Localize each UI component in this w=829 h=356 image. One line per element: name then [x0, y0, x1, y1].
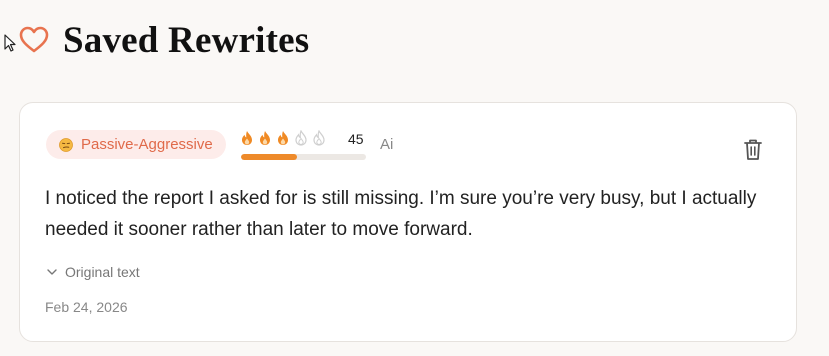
original-text-label: Original text: [65, 264, 140, 280]
saved-rewrite-card: Passive-Aggressive 45 Ai I noticed the r…: [19, 102, 797, 342]
rewrite-text: I noticed the report I asked for is stil…: [45, 188, 757, 240]
heat-progress-bar: [241, 154, 366, 160]
heat-meter: 45: [241, 129, 366, 160]
heat-value: 45: [348, 131, 364, 147]
heat-progress-fill: [241, 154, 298, 160]
flame-icon-inactive: [295, 130, 307, 146]
mouse-cursor-icon: [4, 34, 16, 52]
tone-badge: Passive-Aggressive: [46, 130, 226, 159]
heart-icon: [19, 26, 49, 53]
ai-label: Ai: [380, 136, 394, 153]
saved-date: Feb 24, 2026: [45, 299, 128, 315]
chevron-down-icon: [47, 269, 57, 275]
original-text-toggle[interactable]: Original text: [47, 264, 140, 280]
flame-icon-active: [278, 131, 288, 145]
flame-icon-active: [242, 131, 252, 145]
flame-icon-active: [260, 131, 270, 145]
flame-icon-inactive: [313, 130, 325, 146]
trash-icon[interactable]: [741, 137, 765, 163]
flame-rating: [241, 129, 331, 147]
page-title: Saved Rewrites: [63, 19, 310, 61]
smirk-emoji-icon: [59, 137, 73, 152]
page-header: Saved Rewrites: [19, 18, 309, 62]
tone-label: Passive-Aggressive: [81, 136, 213, 153]
